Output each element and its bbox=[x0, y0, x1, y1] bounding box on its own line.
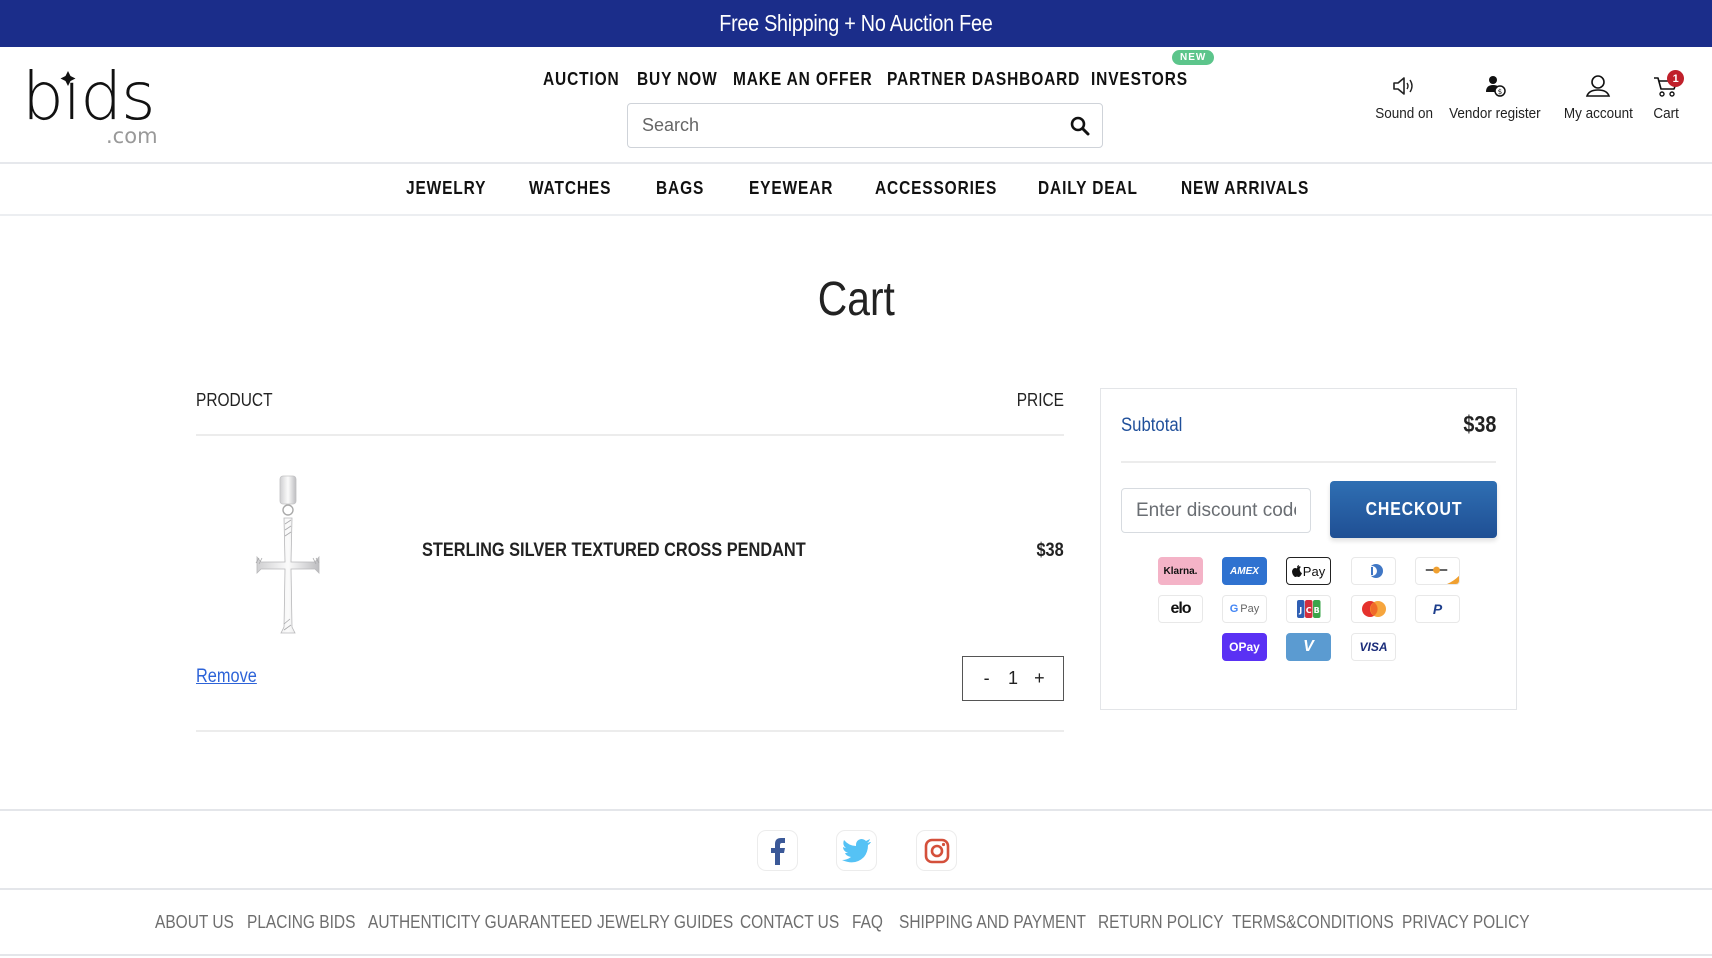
shop-pay-icon: OPay bbox=[1222, 633, 1267, 661]
top-nav-investors[interactable]: INVESTORS bbox=[1091, 69, 1188, 90]
jcb-icon: JCB bbox=[1286, 595, 1331, 623]
venmo-icon: V bbox=[1286, 633, 1331, 661]
category-eyewear[interactable]: EYEWEAR bbox=[749, 178, 833, 199]
svg-text:$: $ bbox=[1498, 88, 1502, 96]
promo-banner: Free Shipping + No Auction Fee bbox=[0, 0, 1712, 47]
search-icon[interactable] bbox=[1070, 116, 1090, 136]
category-nav: JEWELRY WATCHES BAGS EYEWEAR ACCESSORIES… bbox=[0, 164, 1712, 216]
column-product: PRODUCT bbox=[196, 390, 273, 410]
footer-link-terms-conditions[interactable]: TERMS&CONDITIONS bbox=[1232, 912, 1394, 933]
footer-link-authenticity-guaranteed[interactable]: AUTHENTICITY GUARANTEED bbox=[368, 912, 592, 933]
remove-item-link[interactable]: Remove bbox=[196, 666, 257, 688]
increment-button[interactable]: + bbox=[1029, 668, 1049, 689]
cart-table-header: PRODUCT PRICE bbox=[196, 388, 1064, 436]
top-nav-buy-now[interactable]: BUY NOW bbox=[637, 69, 718, 90]
cart-icon: 1 bbox=[1653, 70, 1685, 102]
site-header: bıds .com AUCTION BUY NOW MAKE AN OFFER … bbox=[0, 47, 1712, 164]
visa-icon: VISA bbox=[1351, 633, 1396, 661]
cart-item-row: STERLING SILVER TEXTURED CROSS PENDANT $… bbox=[196, 436, 1064, 732]
subtotal-value: $38 bbox=[1462, 411, 1496, 437]
product-name[interactable]: STERLING SILVER TEXTURED CROSS PENDANT bbox=[422, 540, 806, 562]
facebook-icon[interactable] bbox=[757, 830, 798, 871]
search-box bbox=[627, 103, 1103, 148]
footer-link-return-policy[interactable]: RETURN POLICY bbox=[1098, 912, 1224, 933]
new-badge: NEW bbox=[1172, 50, 1215, 65]
social-links bbox=[0, 809, 1712, 890]
top-nav-partner-dashboard[interactable]: PARTNER DASHBOARD bbox=[887, 69, 1080, 90]
subtotal-label: Subtotal bbox=[1121, 415, 1183, 436]
column-price: PRICE bbox=[1016, 390, 1064, 410]
vendor-user-icon: $ bbox=[1483, 75, 1507, 102]
quantity-stepper: - 1 + bbox=[962, 656, 1064, 701]
twitter-icon[interactable] bbox=[836, 830, 877, 871]
category-jewelry[interactable]: JEWELRY bbox=[406, 178, 486, 199]
bids-logo[interactable]: bıds .com bbox=[22, 58, 172, 148]
footer-link-jewelry-guides[interactable]: JEWELRY GUIDES bbox=[597, 912, 733, 933]
sound-label: Sound on bbox=[1375, 105, 1434, 122]
my-account-label: My account bbox=[1563, 105, 1633, 122]
sound-toggle[interactable]: Sound on bbox=[1372, 75, 1436, 122]
footer-links: ABOUT US PLACING BIDS AUTHENTICITY GUARA… bbox=[0, 890, 1712, 956]
discount-code-input[interactable] bbox=[1121, 488, 1311, 533]
elo-icon: elo bbox=[1158, 595, 1203, 623]
footer-link-contact-us[interactable]: CONTACT US bbox=[740, 912, 839, 933]
svg-text:J: J bbox=[1298, 606, 1302, 615]
mastercard-icon bbox=[1351, 595, 1396, 623]
page-title: Cart bbox=[817, 273, 895, 326]
diners-club-icon bbox=[1351, 557, 1396, 585]
product-image[interactable] bbox=[246, 474, 336, 644]
product-price: $38 bbox=[1036, 540, 1064, 561]
cart-link[interactable]: 1 Cart bbox=[1652, 70, 1685, 122]
cart-label: Cart bbox=[1653, 105, 1679, 122]
footer-link-about-us[interactable]: ABOUT US bbox=[155, 912, 234, 933]
decrement-button[interactable]: - bbox=[977, 668, 997, 689]
category-daily-deal[interactable]: DAILY DEAL bbox=[1038, 178, 1138, 199]
klarna-icon: Klarna. bbox=[1158, 557, 1203, 585]
search-input[interactable] bbox=[642, 115, 1070, 136]
footer-link-placing-bids[interactable]: PLACING BIDS bbox=[247, 912, 355, 933]
checkout-button[interactable]: CHECKOUT bbox=[1330, 481, 1497, 538]
quantity-value[interactable]: 1 bbox=[1008, 668, 1018, 689]
footer-link-privacy-policy[interactable]: PRIVACY POLICY bbox=[1402, 912, 1530, 933]
paypal-icon: P bbox=[1415, 595, 1460, 623]
my-account-link[interactable]: My account bbox=[1560, 75, 1637, 122]
footer-link-shipping-and-payment[interactable]: SHIPPING AND PAYMENT bbox=[899, 912, 1086, 933]
google-pay-icon: G Pay bbox=[1222, 595, 1267, 623]
category-new-arrivals[interactable]: NEW ARRIVALS bbox=[1181, 178, 1309, 199]
checkout-label: CHECKOUT bbox=[1365, 499, 1462, 519]
summary-divider bbox=[1121, 461, 1496, 463]
vendor-register-link[interactable]: $ Vendor register bbox=[1444, 75, 1546, 122]
footer-link-faq[interactable]: FAQ bbox=[852, 912, 883, 933]
amex-icon: AMEX bbox=[1222, 557, 1267, 585]
instagram-icon[interactable] bbox=[916, 830, 957, 871]
vendor-register-label: Vendor register bbox=[1449, 105, 1541, 122]
logo-sub: .com bbox=[106, 124, 158, 147]
svg-text:C: C bbox=[1305, 606, 1311, 615]
promo-text: Free Shipping + No Auction Fee bbox=[719, 10, 993, 36]
category-watches[interactable]: WATCHES bbox=[529, 178, 611, 199]
user-icon bbox=[1585, 75, 1611, 102]
order-summary: Subtotal $38 CHECKOUT Klarna. AMEX Pay e… bbox=[1100, 388, 1517, 710]
page-title-wrap: Cart bbox=[0, 272, 1712, 327]
top-nav-auction[interactable]: AUCTION bbox=[543, 69, 620, 90]
svg-text:B: B bbox=[1313, 606, 1319, 615]
speaker-icon bbox=[1391, 75, 1417, 102]
apple-pay-icon: Pay bbox=[1286, 557, 1331, 585]
cart-count-badge: 1 bbox=[1667, 70, 1685, 87]
discover-icon bbox=[1415, 557, 1460, 585]
category-bags[interactable]: BAGS bbox=[656, 178, 704, 199]
category-accessories[interactable]: ACCESSORIES bbox=[875, 178, 997, 199]
top-nav-make-an-offer[interactable]: MAKE AN OFFER bbox=[733, 69, 873, 90]
